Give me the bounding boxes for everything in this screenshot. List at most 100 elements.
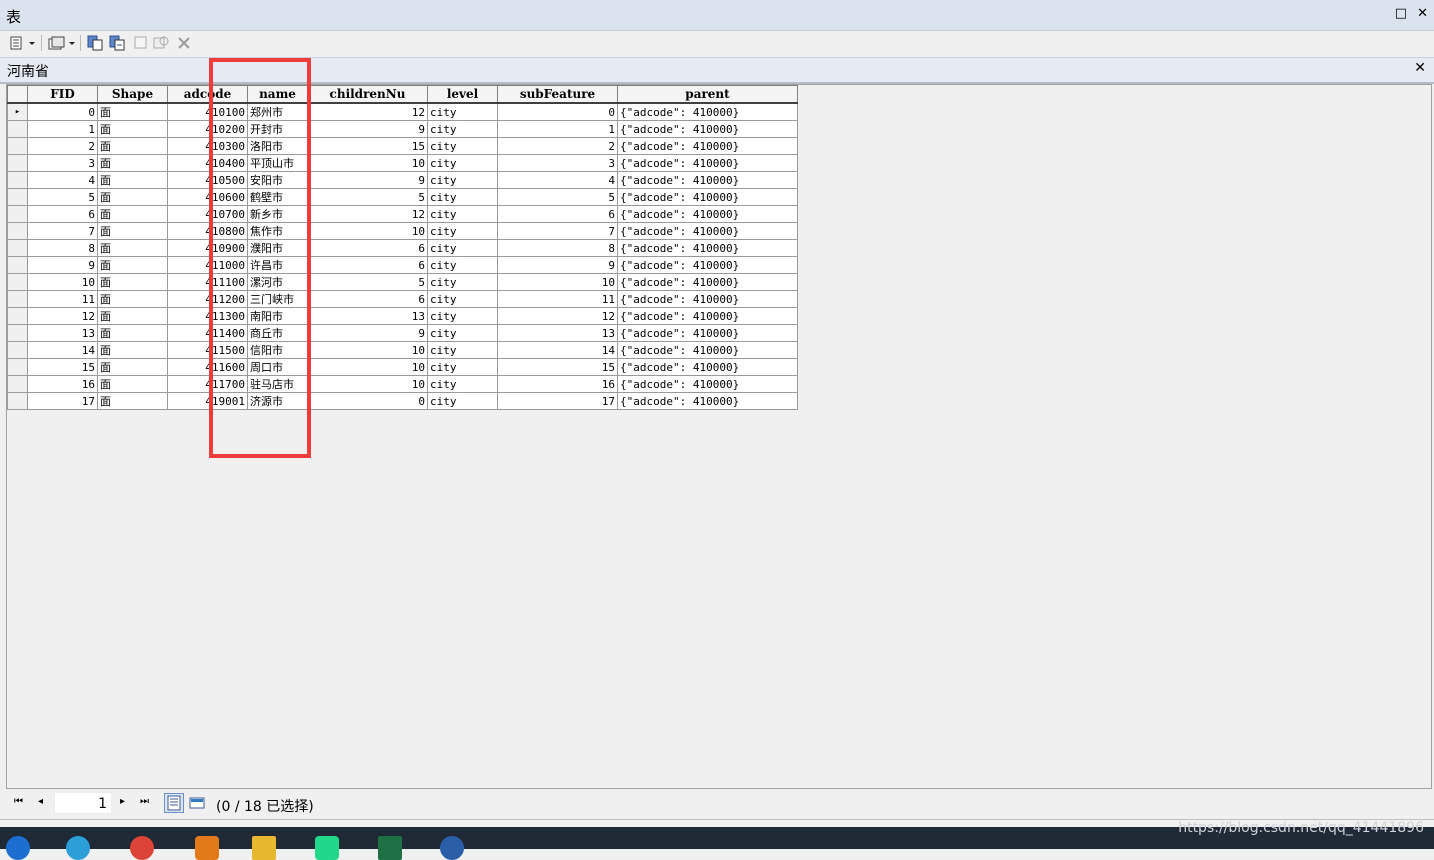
cell-fid[interactable]: 13 xyxy=(27,324,98,342)
cell-fid[interactable]: 2 xyxy=(27,137,98,155)
cell-adcode[interactable]: 419001 xyxy=(167,392,248,410)
cell-level[interactable]: city xyxy=(427,102,498,121)
table-row[interactable]: 1 面 410200 开封市 9 city 1 {"adcode": 410000} xyxy=(7,120,798,138)
cell-name[interactable]: 三门峡市 xyxy=(247,290,308,308)
cell-fid[interactable]: 10 xyxy=(27,273,98,291)
cell-adcode[interactable]: 410900 xyxy=(167,239,248,257)
chrome-taskbar-icon[interactable] xyxy=(130,836,154,860)
cell-name[interactable]: 南阳市 xyxy=(247,307,308,325)
cell-fid[interactable]: 3 xyxy=(27,154,98,172)
table-row[interactable]: 11 面 411200 三门峡市 6 city 11 {"adcode": 410000} xyxy=(7,290,798,308)
column-header-fid[interactable]: FID xyxy=(27,85,98,104)
row-selector[interactable] xyxy=(7,222,28,240)
cell-name[interactable]: 商丘市 xyxy=(247,324,308,342)
table-row[interactable]: 17 面 419001 济源市 0 city 17 {"adcode": 410000} xyxy=(7,392,798,410)
cell-name[interactable]: 许昌市 xyxy=(247,256,308,274)
cell-childrennum[interactable]: 6 xyxy=(307,256,428,274)
table-row[interactable]: 2 面 410300 洛阳市 15 city 2 {"adcode": 410000} xyxy=(7,137,798,155)
cell-shape[interactable]: 面 xyxy=(97,102,168,121)
cell-subfeature[interactable]: 16 xyxy=(497,375,618,393)
cell-childrennum[interactable]: 10 xyxy=(307,154,428,172)
close-button[interactable]: ✕ xyxy=(1417,6,1428,21)
cell-adcode[interactable]: 410400 xyxy=(167,154,248,172)
cell-subfeature[interactable]: 3 xyxy=(497,154,618,172)
cell-adcode[interactable]: 410200 xyxy=(167,120,248,138)
table-row[interactable]: 7 面 410800 焦作市 10 city 7 {"adcode": 410000} xyxy=(7,222,798,240)
cell-fid[interactable]: 9 xyxy=(27,256,98,274)
column-header-subfeature[interactable]: subFeature xyxy=(497,85,618,104)
last-record-button[interactable]: ⏭ xyxy=(140,796,149,807)
excel-taskbar-icon[interactable] xyxy=(378,836,402,860)
cell-name[interactable]: 驻马店市 xyxy=(247,375,308,393)
cell-level[interactable]: city xyxy=(427,120,498,138)
table-row[interactable]: 8 面 410900 濮阳市 6 city 8 {"adcode": 410000} xyxy=(7,239,798,257)
cell-parent[interactable]: {"adcode": 410000} xyxy=(617,154,798,172)
cell-parent[interactable]: {"adcode": 410000} xyxy=(617,222,798,240)
row-selector[interactable] xyxy=(7,154,28,172)
table-row[interactable]: 5 面 410600 鹤壁市 5 city 5 {"adcode": 410000} xyxy=(7,188,798,206)
cell-name[interactable]: 濮阳市 xyxy=(247,239,308,257)
cell-childrennum[interactable]: 12 xyxy=(307,102,428,121)
table-row[interactable]: 15 面 411600 周口市 10 city 15 {"adcode": 410000} xyxy=(7,358,798,376)
cell-subfeature[interactable]: 13 xyxy=(497,324,618,342)
row-selector[interactable] xyxy=(7,239,28,257)
column-header-level[interactable]: level xyxy=(427,85,498,104)
cell-name[interactable]: 焦作市 xyxy=(247,222,308,240)
row-selector[interactable] xyxy=(7,307,28,325)
cell-parent[interactable]: {"adcode": 410000} xyxy=(617,120,798,138)
cell-subfeature[interactable]: 11 xyxy=(497,290,618,308)
cell-parent[interactable]: {"adcode": 410000} xyxy=(617,324,798,342)
column-header-name[interactable]: name xyxy=(247,85,308,104)
switch-selection-icon[interactable] xyxy=(109,34,125,52)
row-selector[interactable] xyxy=(7,358,28,376)
cell-level[interactable]: city xyxy=(427,290,498,308)
cell-name[interactable]: 鹤壁市 xyxy=(247,188,308,206)
app-taskbar-icon[interactable] xyxy=(195,836,219,860)
column-header-adcode[interactable]: adcode xyxy=(167,85,248,104)
cell-level[interactable]: city xyxy=(427,324,498,342)
cell-shape[interactable]: 面 xyxy=(97,120,168,138)
table-row[interactable]: 3 面 410400 平顶山市 10 city 3 {"adcode": 410000} xyxy=(7,154,798,172)
cell-level[interactable]: city xyxy=(427,358,498,376)
arcgis-taskbar-icon[interactable] xyxy=(440,836,464,860)
cell-parent[interactable]: {"adcode": 410000} xyxy=(617,137,798,155)
cell-shape[interactable]: 面 xyxy=(97,171,168,189)
cell-parent[interactable]: {"adcode": 410000} xyxy=(617,273,798,291)
table-row[interactable]: 13 面 411400 商丘市 9 city 13 {"adcode": 410000} xyxy=(7,324,798,342)
cell-subfeature[interactable]: 0 xyxy=(497,102,618,121)
cell-adcode[interactable]: 411300 xyxy=(167,307,248,325)
cell-subfeature[interactable]: 15 xyxy=(497,358,618,376)
cell-level[interactable]: city xyxy=(427,188,498,206)
cell-shape[interactable]: 面 xyxy=(97,358,168,376)
table-tab[interactable]: 河南省 ✕ xyxy=(0,57,1434,84)
cell-subfeature[interactable]: 14 xyxy=(497,341,618,359)
cell-shape[interactable]: 面 xyxy=(97,392,168,410)
cell-adcode[interactable]: 410100 xyxy=(167,102,248,121)
cell-childrennum[interactable]: 6 xyxy=(307,290,428,308)
select-by-attributes-icon[interactable] xyxy=(87,34,103,52)
row-selector[interactable] xyxy=(7,205,28,223)
row-selector[interactable] xyxy=(7,290,28,308)
cell-level[interactable]: city xyxy=(427,273,498,291)
table-row[interactable]: 14 面 411500 信阳市 10 city 14 {"adcode": 410000} xyxy=(7,341,798,359)
cell-adcode[interactable]: 411200 xyxy=(167,290,248,308)
delete-selected-icon[interactable] xyxy=(177,34,191,52)
show-all-records-button[interactable] xyxy=(164,793,184,813)
cell-shape[interactable]: 面 xyxy=(97,239,168,257)
column-header-shape[interactable]: Shape xyxy=(97,85,168,104)
cell-level[interactable]: city xyxy=(427,341,498,359)
cell-name[interactable]: 周口市 xyxy=(247,358,308,376)
cell-parent[interactable]: {"adcode": 410000} xyxy=(617,341,798,359)
cell-name[interactable]: 新乡市 xyxy=(247,205,308,223)
row-selector[interactable] xyxy=(7,120,28,138)
cell-childrennum[interactable]: 10 xyxy=(307,358,428,376)
cell-level[interactable]: city xyxy=(427,171,498,189)
cell-childrennum[interactable]: 13 xyxy=(307,307,428,325)
cell-level[interactable]: city xyxy=(427,137,498,155)
cell-adcode[interactable]: 411400 xyxy=(167,324,248,342)
cell-shape[interactable]: 面 xyxy=(97,307,168,325)
cell-fid[interactable]: 6 xyxy=(27,205,98,223)
previous-record-button[interactable]: ◂ xyxy=(38,796,43,807)
cell-name[interactable]: 平顶山市 xyxy=(247,154,308,172)
cell-shape[interactable]: 面 xyxy=(97,256,168,274)
